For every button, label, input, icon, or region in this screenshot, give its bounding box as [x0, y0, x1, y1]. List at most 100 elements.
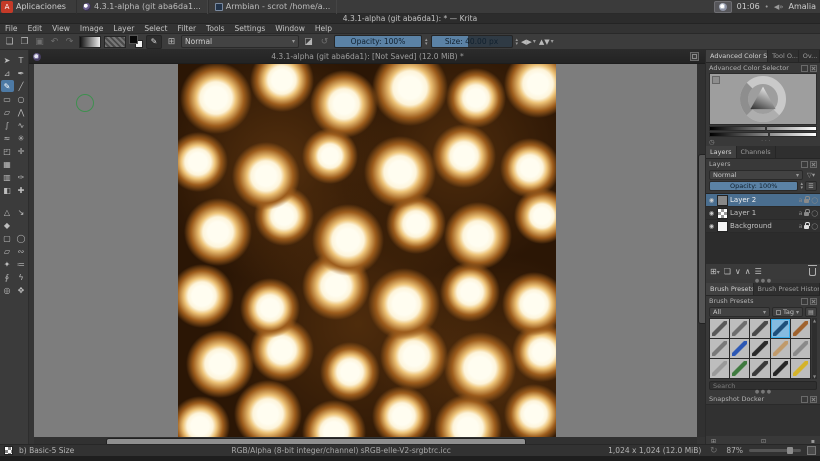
select-shapes-tool[interactable]: ➤ — [1, 54, 14, 66]
restore-subwindow-button[interactable] — [690, 52, 699, 61]
blending-mode-dropdown[interactable]: Normal▾ — [181, 35, 299, 48]
float-docker-icon[interactable] — [801, 396, 808, 403]
freehand-path-tool[interactable]: ∿ — [15, 119, 28, 131]
magnetic-selection-tool[interactable]: ϟ — [15, 271, 28, 283]
brush-preset[interactable] — [750, 319, 769, 338]
brush-preset-status-icon[interactable] — [4, 446, 13, 455]
measure-tool[interactable]: ↘ — [15, 206, 28, 218]
inherit-alpha-icon[interactable]: a — [799, 197, 803, 204]
close-docker-icon[interactable] — [810, 65, 817, 72]
brush-grid-scrollbar[interactable]: ▲▼ — [812, 318, 817, 379]
volume-icon[interactable]: ◀» — [774, 3, 784, 11]
brush-preset-selected[interactable] — [771, 319, 790, 338]
open-document-icon[interactable]: ❐ — [18, 35, 31, 48]
Layer 2[interactable]: ◉ Layer 2 a ◯ — [706, 194, 820, 207]
polygonal-selection-tool[interactable]: ▱ — [1, 245, 14, 257]
opacity-slider[interactable]: Opacity: 100% — [334, 35, 422, 48]
Layer 1[interactable]: ◉ Layer 1 a ◯ — [706, 207, 820, 220]
layer-visibility-icon[interactable]: ◉ — [708, 210, 715, 217]
menu-layer[interactable]: Layer — [108, 24, 139, 34]
tab-overview[interactable]: Ov... — [799, 50, 820, 62]
brush-preset[interactable] — [771, 359, 790, 378]
tab-advanced-color-selector[interactable]: Advanced Color S... — [706, 50, 768, 62]
layer-style-icon[interactable]: ◯ — [811, 223, 818, 230]
brush-preset[interactable] — [710, 319, 729, 338]
layer-thumbnail[interactable] — [717, 221, 728, 232]
save-icon[interactable]: ▣ — [33, 35, 46, 48]
menu-tools[interactable]: Tools — [201, 24, 229, 34]
edit-shapes-tool[interactable]: ⊿ — [1, 67, 14, 79]
Background[interactable]: ◉ Background a ◯ — [706, 220, 820, 233]
close-docker-icon[interactable] — [810, 161, 817, 168]
layer-lock-icon[interactable] — [804, 199, 809, 203]
move-layer-up-button[interactable]: ∧ — [745, 267, 751, 276]
layer-list-empty-area[interactable] — [706, 233, 820, 263]
choose-workspace-button[interactable]: ⊞ — [165, 35, 178, 48]
brush-preset[interactable] — [750, 359, 769, 378]
float-docker-icon[interactable] — [801, 65, 808, 72]
color-slider-1[interactable] — [709, 126, 817, 131]
layer-opacity-spinner[interactable]: ▴▾ — [800, 182, 803, 190]
move-layer-down-button[interactable]: ∨ — [735, 267, 741, 276]
redo-icon[interactable]: ↷ — [63, 35, 76, 48]
zoom-tool[interactable]: ◎ — [1, 284, 14, 296]
gradient-chooser[interactable] — [79, 36, 101, 48]
menu-help[interactable]: Help — [310, 24, 337, 34]
layer-lock-icon[interactable] — [804, 212, 809, 216]
multibrush-tool[interactable]: ✳ — [15, 132, 28, 144]
layer-visibility-icon[interactable]: ◉ — [708, 197, 715, 204]
assistants-tool[interactable]: △ — [1, 206, 14, 218]
text-tool[interactable]: T — [15, 54, 28, 66]
pattern-chooser[interactable] — [104, 36, 126, 48]
brush-preset[interactable] — [771, 339, 790, 358]
bezier-selection-tool[interactable]: ∮ — [1, 271, 14, 283]
menu-image[interactable]: Image — [75, 24, 109, 34]
layer-filter-icon[interactable]: ▽▾ — [805, 171, 817, 179]
reload-preset-button[interactable]: ↺ — [318, 35, 331, 48]
float-docker-icon[interactable] — [801, 298, 808, 305]
undo-icon[interactable]: ↶ — [48, 35, 61, 48]
layer-view-options-button[interactable]: ☰ — [805, 181, 817, 191]
tab-tool-options[interactable]: Tool O... — [768, 50, 799, 62]
splitter-handle[interactable]: · · · — [715, 138, 817, 145]
layer-properties-button[interactable]: ☰ — [755, 267, 762, 276]
duplicate-layer-button[interactable]: ❏ — [724, 267, 731, 276]
tab-channels[interactable]: Channels — [737, 146, 776, 158]
user-menu[interactable]: Amalia — [788, 2, 816, 11]
tab-layers[interactable]: Layers — [706, 146, 737, 158]
polygon-tool[interactable]: ▱ — [1, 106, 14, 118]
add-layer-button[interactable]: ⊞▾ — [710, 267, 720, 276]
layer-opacity-slider[interactable]: Opacity: 100% — [709, 181, 798, 191]
brush-preset[interactable] — [791, 339, 810, 358]
gradient-tool[interactable]: ▥ — [1, 171, 14, 183]
foreground-background-colors[interactable] — [129, 35, 143, 48]
ellipse-tool[interactable]: ○ — [15, 93, 28, 105]
rectangular-selection-tool[interactable]: ▢ — [1, 232, 14, 244]
snapshot-list[interactable] — [706, 404, 820, 436]
delete-layer-button[interactable] — [809, 268, 816, 276]
fullscreen-toggle-icon[interactable] — [807, 446, 816, 455]
line-tool[interactable]: ╱ — [15, 80, 28, 92]
edit-brush-settings-button[interactable]: ✎ — [146, 35, 162, 49]
window-title-bar[interactable]: 4.3.1-alpha (git aba6da1): * — Krita — [0, 14, 820, 24]
layer-blend-mode-dropdown[interactable]: Normal▾ — [709, 170, 803, 180]
float-docker-icon[interactable] — [801, 161, 808, 168]
brush-tag-filter-dropdown[interactable]: All▾ — [709, 307, 770, 317]
current-color-swatch[interactable] — [712, 76, 720, 84]
clock[interactable]: 01:06 — [737, 2, 760, 11]
tab-brush-preset-history[interactable]: Brush Preset History — [754, 283, 820, 295]
tray-status-icon[interactable]: • — [765, 3, 769, 11]
crop-tool[interactable]: ▦ — [1, 158, 14, 170]
layer-style-icon[interactable]: ◯ — [811, 197, 818, 204]
menu-settings[interactable]: Settings — [230, 24, 271, 34]
zoom-level[interactable]: 87% — [726, 446, 743, 455]
menu-view[interactable]: View — [47, 24, 75, 34]
layer-thumbnail[interactable] — [717, 195, 728, 206]
move-tool[interactable]: ✛ — [15, 145, 28, 157]
dynamic-brush-tool[interactable]: ≈ — [1, 132, 14, 144]
color-sampler-tool[interactable]: ✑ — [15, 171, 28, 183]
zoom-slider[interactable] — [749, 449, 801, 452]
brush-preset[interactable] — [791, 319, 810, 338]
tray-krita-icon[interactable] — [714, 1, 732, 13]
document-subwindow-bar[interactable]: 4.3.1-alpha (git aba6da1): [Not Saved] (… — [29, 50, 705, 64]
